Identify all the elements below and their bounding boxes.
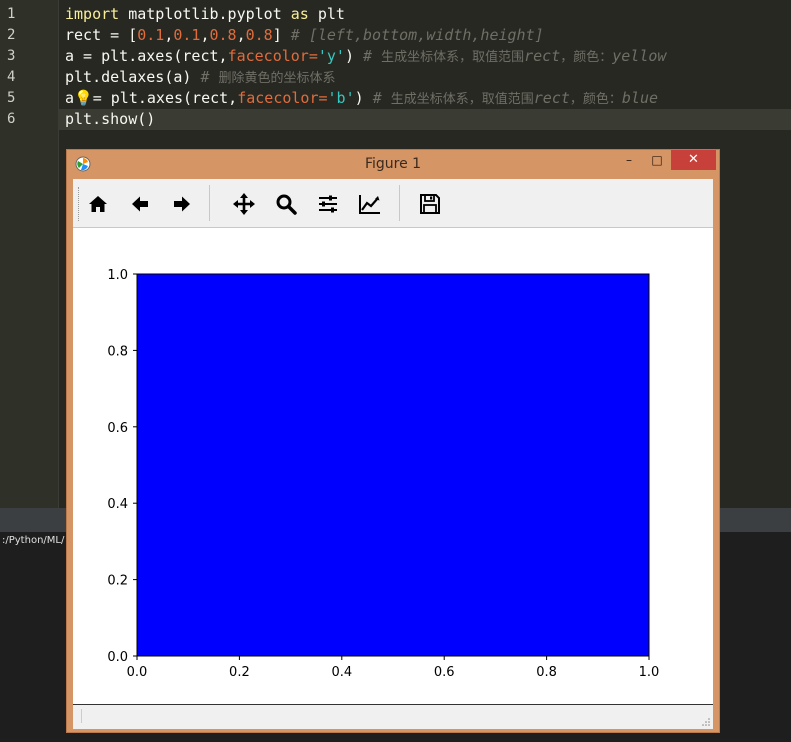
code-token: blue — [621, 89, 659, 107]
x-tick-label: 1.0 — [639, 665, 660, 680]
pan-icon — [233, 193, 255, 215]
code-token: import — [65, 5, 120, 23]
line-number: 5 — [7, 90, 16, 106]
figure-canvas[interactable]: 0.0 0.2 0.4 0.6 0.8 1.0 0.0 0.2 0.4 0.6 0.8 1.0 — [73, 228, 713, 704]
code-token: , — [200, 26, 210, 44]
code-token: # — [200, 68, 219, 86]
code-token: 0.8 — [209, 26, 237, 44]
resize-grip-icon[interactable] — [701, 717, 711, 727]
y-tick-label: 0.4 — [107, 497, 128, 512]
edit-axis-icon — [359, 195, 380, 214]
x-tick-label: 0.0 — [127, 665, 148, 680]
pan-button[interactable] — [229, 189, 259, 219]
x-tick-label: 0.2 — [229, 665, 250, 680]
code-token: a = plt.axes(rect, — [65, 47, 228, 65]
code-token: rect = [ — [65, 26, 138, 44]
y-tick-label: 0.8 — [107, 344, 128, 359]
back-arrow-icon — [132, 196, 148, 212]
code-token: ) — [354, 89, 373, 107]
code-token: plt — [308, 5, 345, 23]
navigation-toolbar — [73, 179, 713, 228]
edit-axis-button[interactable] — [355, 189, 385, 219]
x-tick-label: 0.8 — [536, 665, 557, 680]
x-tick-label: 0.4 — [331, 665, 352, 680]
code-token: facecolor= — [227, 47, 318, 65]
plot-svg[interactable]: 0.0 0.2 0.4 0.6 0.8 1.0 0.0 0.2 0.4 0.6 0.8 1.0 — [73, 228, 713, 704]
forward-button[interactable] — [167, 189, 197, 219]
code-token: matplotlib.pyplot — [119, 5, 291, 23]
code-token: as — [290, 5, 309, 23]
code-token: 0.1 — [173, 26, 201, 44]
minimize-button[interactable]: – — [619, 150, 639, 170]
y-tick-label: 1.0 — [107, 268, 128, 283]
forward-arrow-icon — [174, 196, 190, 212]
status-bar — [73, 704, 713, 729]
code-token: 'y' — [317, 47, 345, 65]
code-token: 生成坐标体系，取值范围 — [390, 92, 534, 107]
code-token: ，颜色： — [569, 92, 622, 107]
toolbar-separator — [399, 185, 400, 221]
code-token: 删除黄色的坐标体系 — [218, 71, 336, 86]
home-button[interactable] — [83, 189, 113, 219]
code-token: 0.1 — [137, 26, 165, 44]
lightbulb-icon[interactable]: 💡 — [74, 89, 93, 107]
code-token: rect — [533, 89, 570, 107]
code-token: ] — [272, 26, 291, 44]
code-token: plt.delaxes(a) — [65, 68, 201, 86]
line-number: 1 — [7, 6, 16, 22]
configure-subplots-button[interactable] — [313, 189, 343, 219]
code-token: ) — [344, 47, 364, 65]
code-line[interactable]: a💡= plt.axes(rect,facecolor='b') # 生成坐标体… — [65, 88, 658, 109]
code-line[interactable]: rect = [0.1,0.1,0.8,0.8] # [left,bottom,… — [65, 25, 544, 46]
maximize-button[interactable]: □ — [645, 150, 669, 170]
code-line[interactable]: plt.delaxes(a) # 删除黄色的坐标体系 — [65, 67, 336, 88]
code-token: # — [372, 89, 391, 107]
console-path-text: :/Python/ML/ — [2, 535, 65, 546]
code-token: rect — [524, 47, 561, 65]
y-tick-label: 0.0 — [107, 650, 128, 665]
code-token: # [left,bottom,width,height] — [290, 26, 544, 44]
code-token: 0.8 — [245, 26, 273, 44]
save-icon — [420, 194, 440, 214]
zoom-icon — [276, 194, 297, 215]
zoom-button[interactable] — [271, 189, 301, 219]
figure-titlebar[interactable]: Figure 1 – □ ✕ — [67, 150, 719, 178]
close-button[interactable]: ✕ — [671, 150, 716, 170]
back-button[interactable] — [125, 189, 155, 219]
home-icon — [89, 196, 107, 212]
y-tick-label: 0.2 — [107, 574, 128, 589]
code-token: 生成坐标体系，取值范围 — [381, 50, 525, 65]
figure-window[interactable]: Figure 1 – □ ✕ 0.0 0.2 0.4 0.6 0.8 1.0 0… — [66, 149, 720, 733]
code-token: ，颜色： — [560, 50, 613, 65]
code-line[interactable]: a = plt.axes(rect,facecolor='y') # 生成坐标体… — [65, 46, 666, 67]
line-number: 4 — [7, 69, 16, 85]
x-tick-label: 0.6 — [434, 665, 455, 680]
toolbar-separator — [209, 185, 210, 221]
line-number: 2 — [7, 27, 16, 43]
toolbar-grip[interactable] — [78, 187, 81, 221]
code-token: , — [236, 26, 246, 44]
code-token: plt.show() — [65, 110, 156, 128]
line-number-gutter: 1 2 3 4 5 6 — [0, 0, 59, 508]
code-token: # — [363, 47, 382, 65]
code-token: facecolor= — [237, 89, 328, 107]
current-line-highlight — [59, 109, 791, 130]
code-token: 'b' — [327, 89, 355, 107]
code-line[interactable]: import matplotlib.pyplot as plt — [65, 4, 345, 25]
line-number: 6 — [7, 111, 16, 127]
axes-background[interactable] — [137, 274, 649, 656]
code-token: yellow — [612, 47, 667, 65]
code-line[interactable]: plt.show() — [65, 109, 155, 130]
line-number: 3 — [7, 48, 16, 64]
status-message-divider — [81, 709, 83, 723]
code-token: = plt.axes(rect, — [92, 89, 238, 107]
y-tick-label: 0.6 — [107, 421, 128, 436]
save-button[interactable] — [415, 189, 445, 219]
configure-subplots-icon — [319, 195, 337, 213]
code-token: a — [65, 89, 75, 107]
